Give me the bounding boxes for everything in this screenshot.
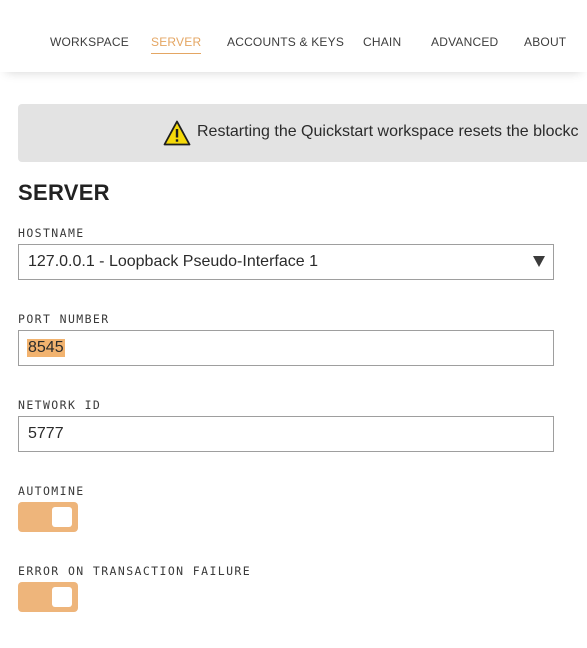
hostname-select[interactable]: 127.0.0.1 - Loopback Pseudo-Interface 1 [18, 244, 554, 280]
automine-toggle[interactable] [18, 502, 78, 532]
tab-workspace[interactable]: WORKSPACE [50, 35, 129, 49]
hostname-label: HOSTNAME [18, 226, 85, 240]
tab-accounts-keys[interactable]: ACCOUNTS & KEYS [227, 35, 344, 49]
dropdown-arrow-icon[interactable] [533, 256, 545, 267]
banner-message: Restarting the Quickstart workspace rese… [197, 123, 579, 140]
network-id-input[interactable]: 5777 [18, 416, 554, 452]
port-number-label: PORT NUMBER [18, 312, 110, 326]
hostname-value: 127.0.0.1 - Loopback Pseudo-Interface 1 [28, 253, 318, 270]
tab-about[interactable]: ABOUT [524, 35, 566, 49]
port-number-value: 8545 [27, 339, 65, 357]
automine-label: AUTOMINE [18, 484, 85, 498]
restart-warning-banner: Restarting the Quickstart workspace rese… [18, 104, 587, 162]
error-on-transaction-failure-toggle[interactable] [18, 582, 78, 612]
tab-chain[interactable]: CHAIN [363, 35, 401, 49]
network-id-label: NETWORK ID [18, 398, 102, 412]
toggle-knob [52, 587, 72, 607]
warning-icon [163, 120, 191, 146]
error-on-transaction-failure-label: ERROR ON TRANSACTION FAILURE [18, 564, 252, 578]
top-navigation: WORKSPACE SERVER ACCOUNTS & KEYS CHAIN A… [0, 0, 587, 72]
tab-server[interactable]: SERVER [151, 35, 202, 54]
tab-advanced[interactable]: ADVANCED [431, 35, 498, 49]
port-number-input[interactable]: 8545 [18, 330, 554, 366]
page-title: SERVER [18, 180, 110, 205]
toggle-knob [52, 507, 72, 527]
network-id-value: 5777 [28, 425, 64, 442]
